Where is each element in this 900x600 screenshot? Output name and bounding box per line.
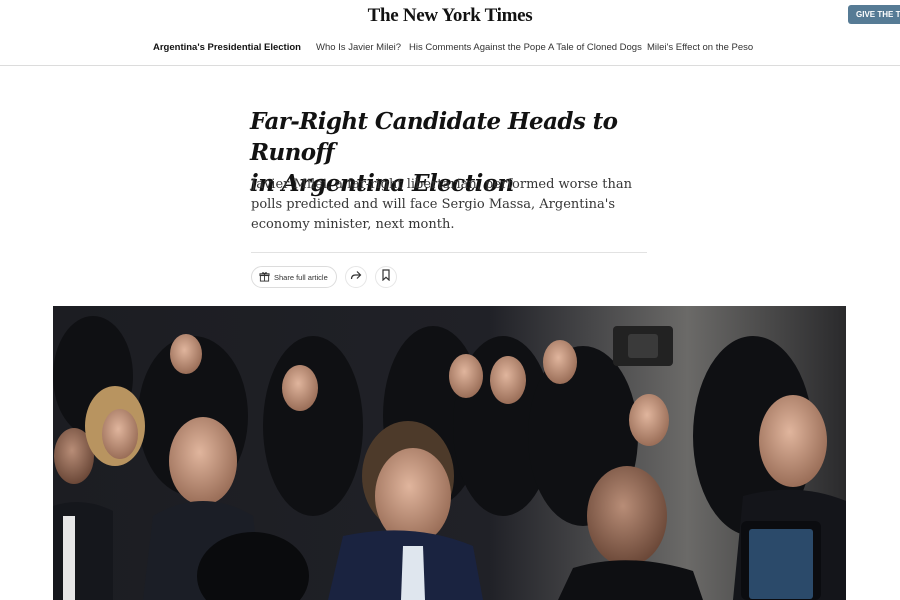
nav-item-comments-pope[interactable]: His Comments Against the Pope	[409, 42, 546, 54]
give-times-button[interactable]: GIVE THE TIMES	[848, 5, 900, 24]
story-nav: Argentina's Presidential Election Who Is…	[0, 42, 900, 56]
nav-item-peso-effect[interactable]: Milei's Effect on the Peso	[647, 42, 753, 54]
save-button[interactable]	[375, 266, 397, 288]
share-arrow-icon	[350, 268, 362, 286]
nyt-logo[interactable]: The New York Times	[0, 5, 900, 27]
bookmark-icon	[381, 268, 391, 286]
nav-item-cloned-dogs[interactable]: A Tale of Cloned Dogs	[548, 42, 642, 54]
crowd-photo-illustration	[53, 306, 846, 600]
masthead: The New York Times GIVE THE TIMES Argent…	[0, 0, 900, 66]
nav-item-who-is-milei[interactable]: Who Is Javier Milei?	[316, 42, 401, 54]
article-summary: Javier Milei, a far-right libertarian, p…	[251, 177, 632, 232]
share-full-article-button[interactable]: Share full article	[251, 266, 337, 288]
lead-photo	[53, 306, 846, 600]
share-label: Share full article	[274, 272, 328, 282]
share-button[interactable]	[345, 266, 367, 288]
gift-icon	[259, 271, 270, 284]
headline-line-1: Far-Right Candidate Heads to Runoff	[250, 108, 618, 166]
nav-item-presidential-election[interactable]: Argentina's Presidential Election	[153, 42, 301, 54]
divider	[251, 252, 647, 253]
